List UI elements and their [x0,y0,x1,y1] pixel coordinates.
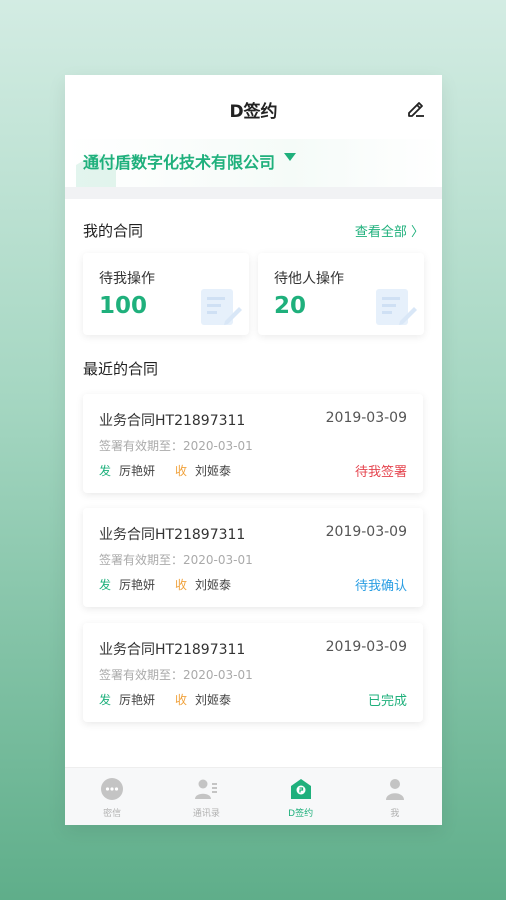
caret-down-icon [284,153,296,161]
contract-name: 业务合同HT21897311 [99,642,246,658]
receiver-name: 刘姬泰 [195,578,232,592]
tab-profile[interactable]: 我 [348,768,442,825]
pending-others-card[interactable]: 待他人操作 20 [258,253,424,335]
sender-tag: 发 [99,464,112,478]
sender-tag: 发 [99,693,112,707]
my-contracts-title: 我的合同 [83,222,144,240]
chat-icon [101,778,124,800]
tab-label: D签约 [288,809,314,819]
stat-value: 100 [99,293,148,319]
sender-name: 厉艳妍 [119,578,156,592]
status-badge: 待我确认 [354,579,407,594]
tab-label: 密信 [103,809,122,819]
contract-expiry: 签署有效期至：2020-03-01 [99,439,253,453]
stat-value: 20 [274,293,307,319]
receiver-name: 刘姬泰 [195,693,232,707]
sender-name: 厉艳妍 [119,693,156,707]
stat-label: 待我操作 [99,271,155,287]
receiver-tag: 收 [175,693,188,707]
sign-icon [290,779,311,799]
app-screen: D签约 通付盾数字化技术有限公司 我的合同 查看全部 〉 待我操作 100 待他… [65,75,442,825]
document-edit-icon [201,289,242,325]
tab-contacts[interactable]: 通讯录 [159,768,253,825]
company-name: 通付盾数字化技术有限公司 [83,153,276,172]
contract-name: 业务合同HT21897311 [99,527,246,543]
receiver-tag: 收 [175,578,188,592]
receiver-tag: 收 [175,464,188,478]
contract-date: 2019-03-09 [325,524,407,540]
contract-card[interactable]: 业务合同HT21897311 2019-03-09 签署有效期至：2020-03… [83,508,423,607]
contract-name: 业务合同HT21897311 [99,413,246,429]
sender-tag: 发 [99,578,112,592]
profile-icon [385,779,404,800]
view-all-link[interactable]: 查看全部 〉 [355,221,424,240]
edit-icon[interactable] [406,98,426,118]
contacts-icon [195,779,218,799]
tab-label: 通讯录 [192,809,220,819]
contract-card[interactable]: 业务合同HT21897311 2019-03-09 签署有效期至：2020-03… [83,623,423,722]
stat-label: 待他人操作 [274,271,344,287]
contract-card[interactable]: 业务合同HT21897311 2019-03-09 签署有效期至：2020-03… [83,394,423,493]
status-badge: 已完成 [367,694,407,709]
top-bar: D签约 [65,75,442,139]
receiver-name: 刘姬泰 [195,464,232,478]
tab-sign[interactable]: D签约 [254,768,348,825]
tab-label: 我 [390,809,400,819]
recent-contracts-title: 最近的合同 [83,360,159,378]
pending-me-card[interactable]: 待我操作 100 [83,253,249,335]
contract-date: 2019-03-09 [325,639,407,655]
contract-expiry: 签署有效期至：2020-03-01 [99,668,253,682]
bottom-tab-bar: 密信 通讯录 D签约 我 [65,767,442,825]
page-title: D签约 [229,102,278,122]
contract-date: 2019-03-09 [325,410,407,426]
sender-name: 厉艳妍 [119,464,156,478]
section-divider [65,187,442,199]
document-edit-icon [376,289,417,325]
contract-expiry: 签署有效期至：2020-03-01 [99,553,253,567]
tab-messages[interactable]: 密信 [65,768,159,825]
status-badge: 待我签署 [354,465,407,480]
